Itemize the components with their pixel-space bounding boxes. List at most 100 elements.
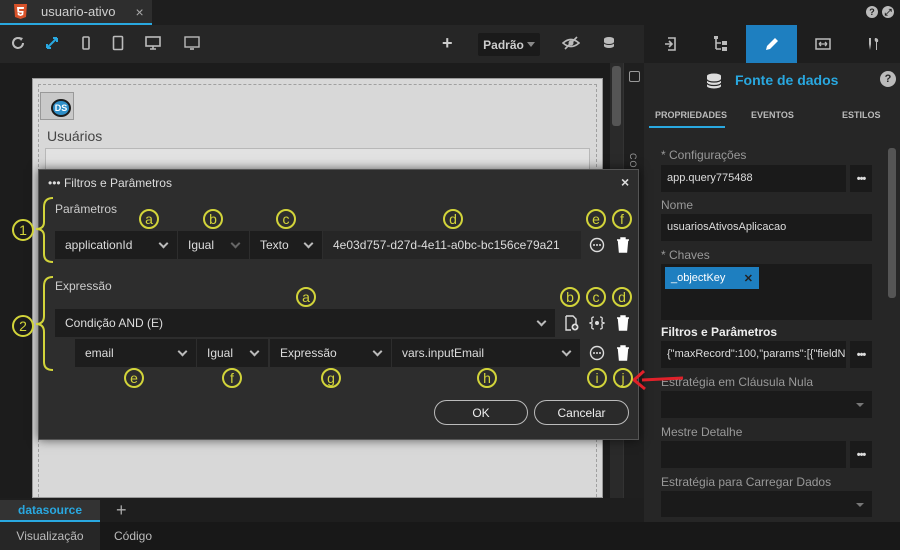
help-icon[interactable]: ? [880, 71, 896, 87]
file-tab[interactable]: usuario-ativo × [0, 0, 152, 25]
mestre-more-button[interactable]: ••• [850, 441, 872, 468]
tab-visualizacao[interactable]: Visualização [0, 522, 100, 550]
annotation-expr-a: a [296, 287, 316, 307]
param-more-icon[interactable] [589, 237, 605, 253]
expr-field-select[interactable]: email [75, 339, 196, 367]
estrategia-nula-select[interactable] [661, 391, 872, 418]
tab-exit[interactable] [644, 25, 695, 63]
expr-delete-icon[interactable] [615, 345, 631, 361]
annotation-2: 2 [12, 315, 34, 337]
canvas-scroll-thumb[interactable] [612, 66, 621, 126]
add-component-icon[interactable]: + [442, 33, 453, 54]
desktop-icon[interactable] [145, 35, 161, 51]
annotation-expr-i: i [587, 368, 607, 388]
datasource-icon [706, 73, 722, 89]
eye-off-icon[interactable] [562, 35, 580, 51]
param-type-select[interactable]: Texto [250, 231, 322, 259]
condition-value: Condição AND (E) [65, 316, 164, 330]
refresh-icon[interactable] [10, 35, 26, 51]
annotation-param-a: a [139, 209, 159, 229]
add-datasource-icon[interactable]: + [116, 500, 127, 521]
dialog-close-icon[interactable]: × [621, 174, 629, 190]
exit-icon [664, 37, 676, 51]
tab-resize[interactable] [797, 25, 848, 63]
param-type-value: Texto [260, 238, 289, 252]
param-operator-select[interactable]: Igual [178, 231, 249, 259]
subtab-indicator [649, 126, 725, 128]
param-value-input[interactable]: 4e03d757-d27d-4e11-a0bc-bc156ce79a21 [323, 231, 581, 259]
chaves-chip: _objectKey ✕ [665, 267, 759, 289]
nome-label: Nome [661, 198, 694, 212]
resize-icon [814, 38, 831, 50]
panel-scrollbar[interactable] [888, 148, 896, 298]
param-value-text: 4e03d757-d27d-4e11-a0bc-bc156ce79a21 [333, 238, 560, 252]
expand-icon[interactable]: ⤢ [882, 6, 894, 18]
annotation-param-b: b [203, 209, 223, 229]
subtab-estilos[interactable]: ESTILOS [842, 110, 881, 120]
phone-icon[interactable] [78, 35, 94, 51]
annotation-expr-f: f [222, 368, 242, 388]
tree-icon [713, 36, 727, 51]
mestre-label: Mestre Detalhe [661, 425, 743, 439]
estrategia-nula-label: Estratégia em Cláusula Nula [661, 375, 814, 389]
monitor-icon[interactable] [184, 35, 200, 51]
mestre-input[interactable] [661, 441, 846, 468]
device-select[interactable]: Padrão [478, 33, 540, 56]
fit-screen-icon[interactable] [44, 35, 60, 51]
annotation-param-f: f [612, 209, 632, 229]
nome-input[interactable]: usuariosAtivosAplicacao [661, 214, 872, 241]
condition-delete-icon[interactable] [615, 315, 631, 331]
condition-select[interactable]: Condição AND (E) [55, 309, 555, 337]
add-expression-icon[interactable] [589, 315, 605, 331]
expr-value-text: vars.inputEmail [402, 346, 485, 360]
expr-label: Expressão [55, 279, 112, 293]
tab-codigo[interactable]: Código [100, 522, 166, 550]
expr-value-select[interactable]: vars.inputEmail [392, 339, 580, 367]
chip-remove-icon[interactable]: ✕ [744, 272, 753, 285]
window-controls: ? ⤢ [866, 6, 894, 18]
help-icon[interactable]: ? [866, 6, 878, 18]
subtab-propriedades[interactable]: PROPRIEDADES [655, 110, 727, 120]
chip-label: _objectKey [671, 272, 726, 284]
configuracoes-more-button[interactable]: ••• [850, 165, 872, 192]
close-tab-icon[interactable]: × [135, 4, 143, 20]
expr-more-icon[interactable] [589, 345, 605, 361]
design-toolbar: + Padrão [0, 25, 644, 63]
cancel-button[interactable]: Cancelar [534, 400, 629, 425]
pencil-icon [765, 38, 778, 50]
tab-properties[interactable] [746, 25, 797, 63]
configuracoes-label: * Configurações [661, 148, 747, 162]
tab-tools[interactable] [848, 25, 899, 63]
controls-icon [629, 71, 640, 82]
estrategia-carregar-select[interactable] [661, 491, 872, 517]
expr-type-value: Expressão [280, 346, 337, 360]
database-icon[interactable] [602, 35, 618, 51]
param-delete-icon[interactable] [615, 237, 631, 253]
filtros-input[interactable]: {"maxRecord":100,"params":[{"fieldN [661, 341, 846, 368]
expr-type-select[interactable]: Expressão [270, 339, 391, 367]
annotation-param-d: d [443, 209, 463, 229]
datasource-component[interactable]: DS [40, 92, 74, 120]
tab-tree[interactable] [695, 25, 746, 63]
annotation-expr-j: j [613, 368, 633, 388]
configuracoes-input[interactable]: app.query775488 [661, 165, 846, 192]
filtros-label: Filtros e Parâmetros [661, 325, 778, 339]
annotation-expr-c: c [586, 287, 606, 307]
param-field-select[interactable]: applicationId [55, 231, 177, 259]
tools-icon [868, 38, 878, 50]
datasource-tab[interactable]: datasource [0, 500, 100, 522]
add-condition-icon[interactable] [563, 315, 579, 331]
expr-operator-select[interactable]: Igual [197, 339, 268, 367]
filtros-more-button[interactable]: ••• [850, 341, 872, 368]
chaves-label: * Chaves [661, 248, 710, 262]
usuarios-label: Usuários [47, 128, 103, 144]
subtab-eventos[interactable]: EVENTOS [751, 110, 794, 120]
tablet-icon[interactable] [110, 35, 126, 51]
dialog-title: ••• Filtros e Parâmetros [48, 176, 172, 190]
annotation-1: 1 [12, 219, 34, 241]
param-field-value: applicationId [65, 238, 133, 252]
params-label: Parâmetros [55, 202, 118, 216]
ok-button[interactable]: OK [434, 400, 528, 425]
annotation-expr-b: b [560, 287, 580, 307]
ds-badge: DS [51, 99, 71, 117]
